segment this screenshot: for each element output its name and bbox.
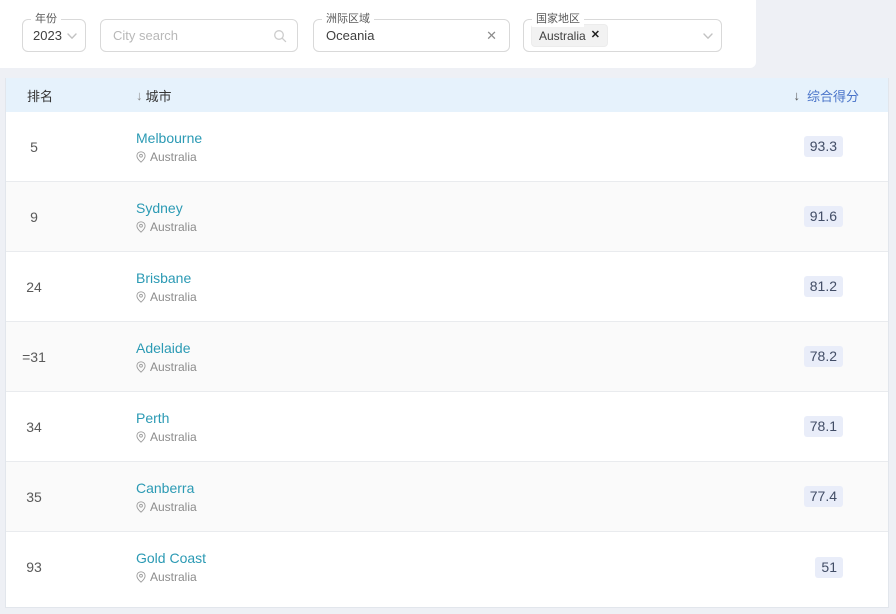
- sort-desc-icon: ↓: [136, 88, 143, 103]
- region-select[interactable]: 洲际区域 Oceania ✕: [313, 19, 510, 52]
- table-row: 5 Melbourne Australia 93.3: [6, 112, 888, 182]
- country-line: Australia: [136, 220, 804, 234]
- column-header-city-label: 城市: [146, 86, 172, 105]
- score-cell: 91.6: [804, 206, 888, 227]
- city-cell: Sydney Australia: [136, 200, 804, 234]
- location-pin-icon: [136, 291, 146, 303]
- country-tag: Australia ✕: [531, 24, 608, 47]
- score-badge: 78.2: [804, 346, 843, 367]
- city-link[interactable]: Gold Coast: [136, 550, 206, 566]
- country-select-label: 国家地区: [532, 12, 584, 27]
- country-label: Australia: [150, 220, 197, 234]
- score-badge: 91.6: [804, 206, 843, 227]
- location-pin-icon: [136, 361, 146, 373]
- location-pin-icon: [136, 221, 146, 233]
- country-label: Australia: [150, 500, 197, 514]
- city-link[interactable]: Canberra: [136, 480, 194, 496]
- city-ranking-table: 排名 ↓ 城市 ↓ 综合得分 5 Melbourne Australia 93.…: [5, 78, 889, 608]
- city-cell: Melbourne Australia: [136, 130, 804, 164]
- region-select-value: Oceania: [314, 28, 486, 43]
- rank-value: 9: [6, 209, 136, 225]
- city-cell: Gold Coast Australia: [136, 550, 815, 584]
- rank-value: 34: [6, 419, 136, 435]
- score-cell: 77.4: [804, 486, 888, 507]
- score-cell: 81.2: [804, 276, 888, 297]
- city-cell: Canberra Australia: [136, 480, 804, 514]
- city-search-box: [100, 19, 298, 52]
- city-link[interactable]: Melbourne: [136, 130, 202, 146]
- city-link[interactable]: Adelaide: [136, 340, 191, 356]
- country-label: Australia: [150, 150, 197, 164]
- country-line: Australia: [136, 360, 804, 374]
- table-row: 9 Sydney Australia 91.6: [6, 182, 888, 252]
- table-row: 24 Brisbane Australia 81.2: [6, 252, 888, 322]
- city-cell: Adelaide Australia: [136, 340, 804, 374]
- column-header-score-label: 综合得分: [807, 86, 859, 105]
- score-cell: 51: [815, 557, 888, 578]
- rank-value: 5: [6, 139, 136, 155]
- location-pin-icon: [136, 501, 146, 513]
- score-badge: 93.3: [804, 136, 843, 157]
- city-link[interactable]: Perth: [136, 410, 169, 426]
- rank-value: 35: [6, 489, 136, 505]
- year-select-label: 年份: [31, 12, 61, 27]
- country-line: Australia: [136, 430, 804, 444]
- country-select[interactable]: 国家地区 Australia ✕: [523, 19, 722, 52]
- rank-value: 93: [6, 559, 136, 575]
- column-header-rank: 排名: [6, 86, 136, 105]
- score-badge: 51: [815, 557, 843, 578]
- location-pin-icon: [136, 151, 146, 163]
- city-cell: Brisbane Australia: [136, 270, 804, 304]
- chevron-down-icon: [702, 30, 714, 42]
- country-label: Australia: [150, 290, 197, 304]
- score-cell: 78.1: [804, 416, 888, 437]
- city-link[interactable]: Brisbane: [136, 270, 191, 286]
- score-badge: 77.4: [804, 486, 843, 507]
- clear-region-icon[interactable]: ✕: [486, 29, 497, 42]
- chevron-down-icon: [66, 30, 78, 42]
- rank-value: =31: [6, 349, 136, 365]
- column-header-city[interactable]: ↓ 城市: [136, 86, 793, 105]
- country-tag-label: Australia: [539, 29, 586, 43]
- country-line: Australia: [136, 290, 804, 304]
- score-cell: 78.2: [804, 346, 888, 367]
- search-icon: [273, 29, 287, 43]
- table-row: 34 Perth Australia 78.1: [6, 392, 888, 462]
- filter-bar: 年份 2023 洲际区域 Oceania ✕ 国家地区 Australia ✕: [0, 0, 756, 68]
- location-pin-icon: [136, 571, 146, 583]
- score-badge: 81.2: [804, 276, 843, 297]
- city-cell: Perth Australia: [136, 410, 804, 444]
- score-cell: 93.3: [804, 136, 888, 157]
- country-line: Australia: [136, 150, 804, 164]
- region-select-label: 洲际区域: [322, 12, 374, 27]
- remove-tag-icon[interactable]: ✕: [591, 30, 600, 41]
- table-row: 35 Canberra Australia 77.4: [6, 462, 888, 532]
- city-link[interactable]: Sydney: [136, 200, 183, 216]
- country-line: Australia: [136, 570, 815, 584]
- year-select-value: 2023: [23, 28, 66, 43]
- table-body: 5 Melbourne Australia 93.3 9 Sydney: [6, 112, 888, 602]
- table-row: =31 Adelaide Australia 78.2: [6, 322, 888, 392]
- sort-desc-icon: ↓: [793, 88, 800, 103]
- country-label: Australia: [150, 360, 197, 374]
- country-label: Australia: [150, 570, 197, 584]
- table-row: 93 Gold Coast Australia 51: [6, 532, 888, 602]
- country-line: Australia: [136, 500, 804, 514]
- city-search-input[interactable]: [101, 28, 273, 43]
- table-header-row: 排名 ↓ 城市 ↓ 综合得分: [6, 78, 888, 112]
- column-header-score[interactable]: ↓ 综合得分: [793, 86, 888, 105]
- rank-value: 24: [6, 279, 136, 295]
- score-badge: 78.1: [804, 416, 843, 437]
- country-label: Australia: [150, 430, 197, 444]
- year-select[interactable]: 年份 2023: [22, 19, 86, 52]
- location-pin-icon: [136, 431, 146, 443]
